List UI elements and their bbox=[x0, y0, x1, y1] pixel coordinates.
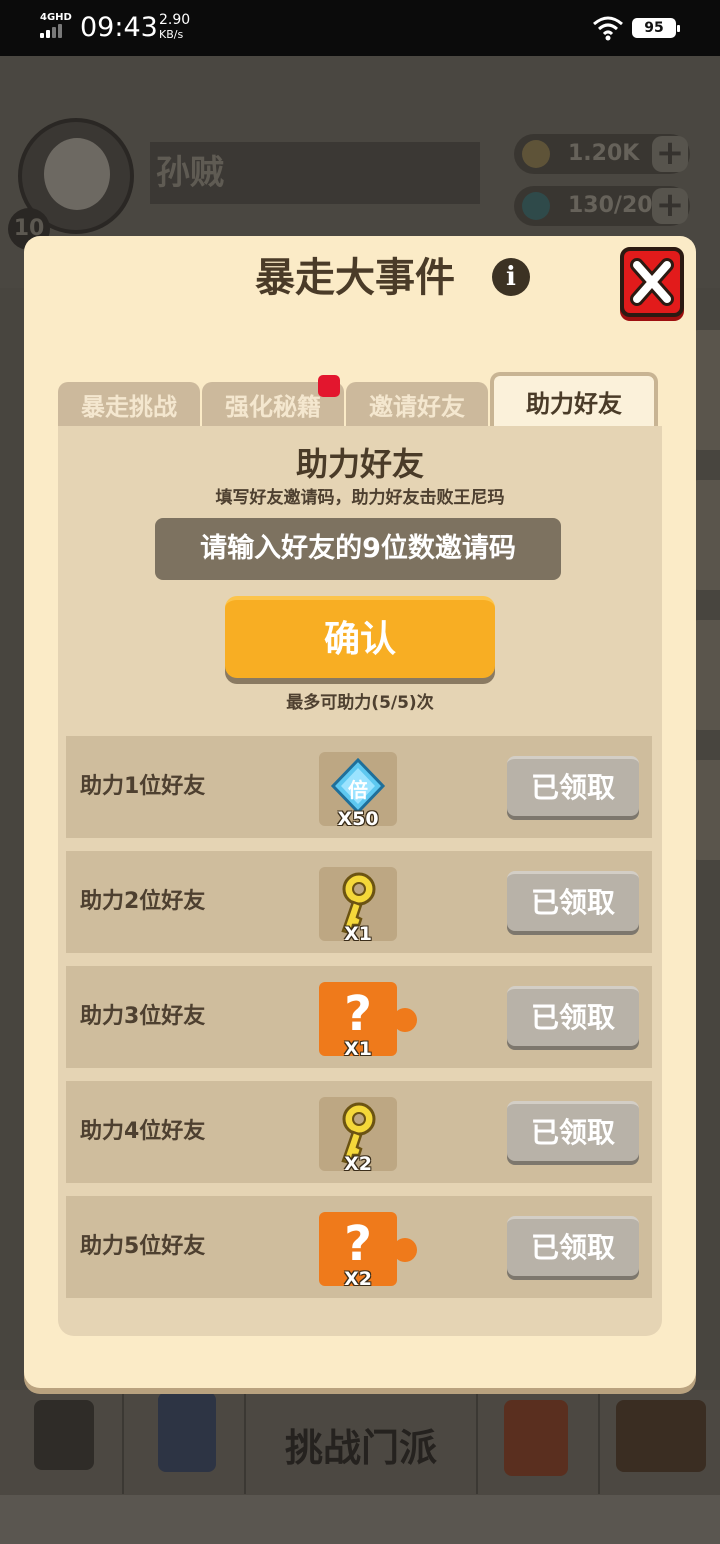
task-icon[interactable] bbox=[34, 1400, 94, 1470]
tab-rampage-challenge[interactable]: 暴走挑战 bbox=[58, 382, 200, 428]
claimed-button[interactable]: 已领取 bbox=[507, 986, 639, 1046]
info-icon[interactable]: i bbox=[492, 258, 530, 296]
energy-counter: 130/20 + bbox=[514, 186, 690, 226]
key-icon: X2 bbox=[319, 1097, 397, 1175]
shop-icon[interactable] bbox=[616, 1400, 706, 1472]
diamond-multiplier-icon: 倍 X50 bbox=[319, 752, 397, 830]
coin-icon bbox=[522, 140, 550, 168]
reward-label: 助力5位好友 bbox=[80, 1234, 206, 1259]
battery-icon: 95 bbox=[632, 18, 680, 38]
coin-counter: 1.20K + bbox=[514, 134, 690, 174]
reward-label: 助力4位好友 bbox=[80, 1119, 206, 1144]
svg-text:?: ? bbox=[344, 986, 372, 1042]
signal-icon bbox=[40, 24, 70, 38]
claimed-button[interactable]: 已领取 bbox=[507, 1216, 639, 1276]
reward-row: 助力5位好友 ? X2 已领取 bbox=[66, 1196, 652, 1298]
player-name: 孙贼 bbox=[150, 142, 480, 204]
net-speed: 2.90 bbox=[159, 12, 191, 28]
helmet-icon[interactable] bbox=[504, 1400, 568, 1476]
mystery-puzzle-icon: ? X2 bbox=[319, 1212, 417, 1290]
challenge-sect-button[interactable]: 挑战门派 bbox=[248, 1398, 474, 1490]
reward-row: 助力4位好友 X2 已领取 bbox=[66, 1081, 652, 1183]
tab-invite-friends[interactable]: 邀请好友 bbox=[346, 382, 488, 428]
item-count: X1 bbox=[344, 1038, 372, 1060]
side-button[interactable] bbox=[692, 330, 720, 450]
panel-title: 助力好友 bbox=[295, 445, 424, 483]
reward-label: 助力1位好友 bbox=[80, 774, 206, 799]
reward-row: 助力1位好友 倍 X50 已领取 bbox=[66, 736, 652, 838]
coin-amount: 1.20K bbox=[568, 141, 640, 166]
claimed-button[interactable]: 已领取 bbox=[507, 871, 639, 931]
panel-subtitle: 填写好友邀请码，助力好友击败王尼玛 bbox=[215, 488, 505, 508]
network-type: 4GHD bbox=[40, 12, 72, 23]
energy-icon bbox=[522, 192, 550, 220]
status-bar: 4GHD 09:43 2.90 KB/s 95 bbox=[0, 0, 720, 56]
system-nav-bar bbox=[0, 1495, 720, 1544]
avatar-face bbox=[44, 138, 110, 210]
invite-code-input[interactable]: 请输入好友的9位数邀请码 bbox=[155, 518, 561, 580]
close-icon bbox=[630, 258, 674, 306]
wifi-icon bbox=[593, 16, 623, 41]
item-count: X2 bbox=[344, 1268, 372, 1290]
confirm-button[interactable]: 确认 bbox=[225, 596, 495, 678]
tab-help-friends[interactable]: 助力好友 bbox=[490, 372, 658, 428]
reward-label: 助力3位好友 bbox=[80, 1004, 206, 1029]
close-button[interactable] bbox=[620, 247, 684, 317]
item-count: X1 bbox=[344, 923, 372, 945]
mystery-puzzle-icon: ? X1 bbox=[319, 982, 417, 1060]
side-button[interactable] bbox=[692, 760, 720, 860]
add-coins-button[interactable]: + bbox=[652, 136, 688, 172]
remaining-count: 最多可助力(5/5)次 bbox=[286, 693, 434, 713]
item-count: X50 bbox=[337, 808, 379, 830]
item-glyph: 倍 bbox=[348, 778, 368, 802]
notification-dot bbox=[318, 375, 340, 397]
claimed-button[interactable]: 已领取 bbox=[507, 756, 639, 816]
add-energy-button[interactable]: + bbox=[652, 188, 688, 224]
reward-row: 助力3位好友 ? X1 已领取 bbox=[66, 966, 652, 1068]
reward-row: 助力2位好友 X1 已领取 bbox=[66, 851, 652, 953]
clock: 09:43 bbox=[80, 12, 158, 43]
net-speed-unit: KB/s bbox=[159, 28, 184, 41]
item-count: X2 bbox=[344, 1153, 372, 1175]
reward-label: 助力2位好友 bbox=[80, 889, 206, 914]
key-icon: X1 bbox=[319, 867, 397, 945]
modal-title: 暴走大事件 bbox=[255, 255, 455, 301]
svg-text:?: ? bbox=[344, 1216, 372, 1272]
book-icon[interactable] bbox=[158, 1392, 216, 1472]
energy-amount: 130/20 bbox=[568, 193, 653, 218]
claimed-button[interactable]: 已领取 bbox=[507, 1101, 639, 1161]
